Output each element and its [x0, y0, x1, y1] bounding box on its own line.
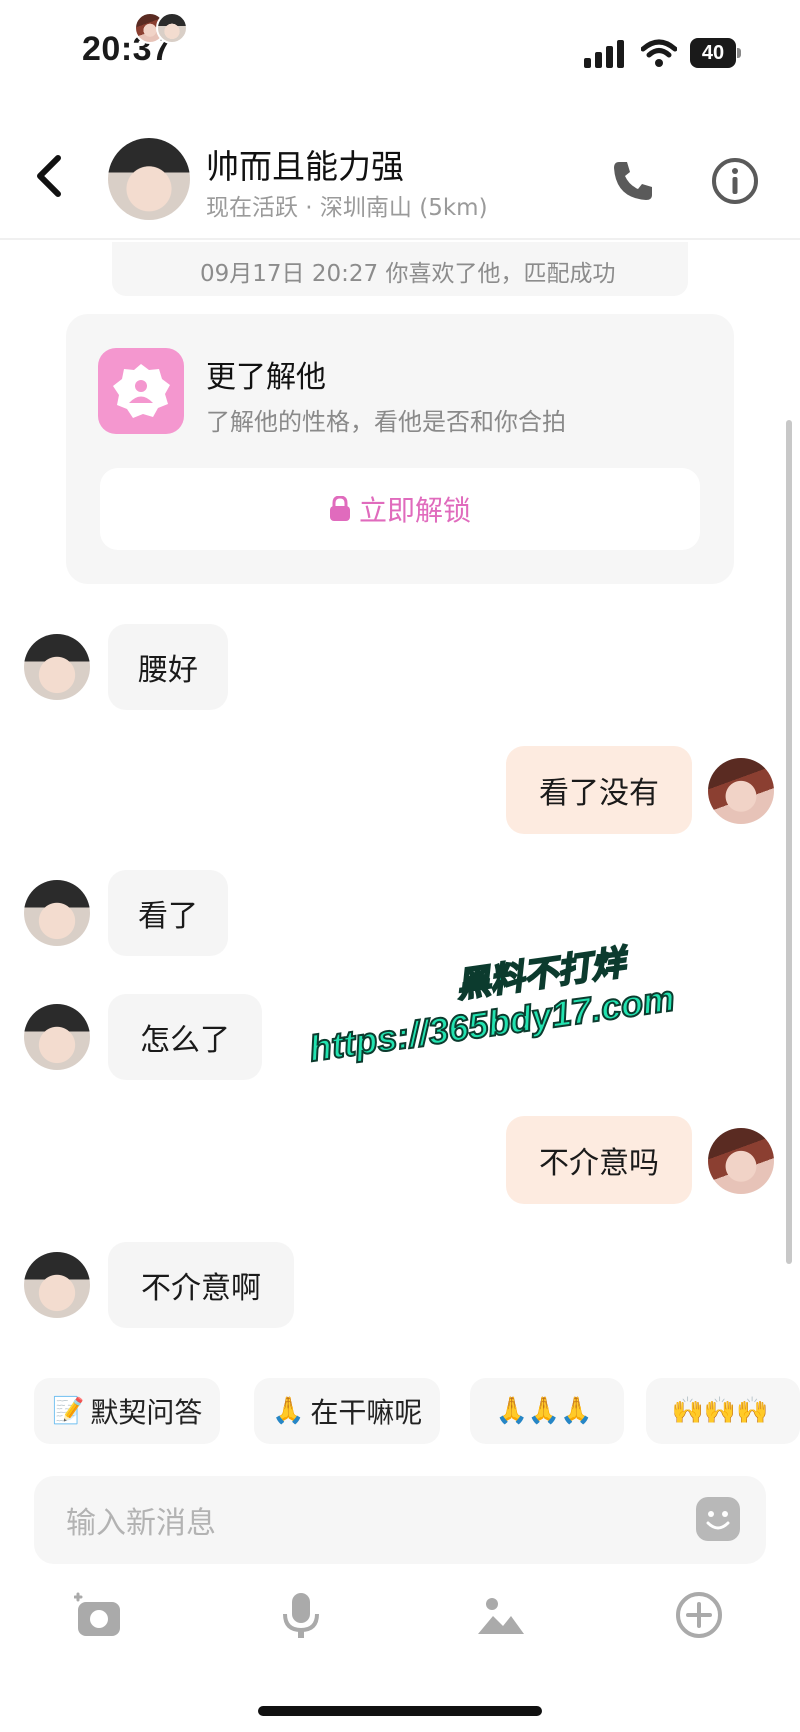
- phone-icon[interactable]: [610, 158, 656, 204]
- message-bubble-outgoing[interactable]: 不介意吗: [506, 1116, 692, 1204]
- contact-avatar[interactable]: [108, 138, 190, 220]
- contact-mini-avatar: [156, 12, 188, 44]
- contact-message-avatar[interactable]: [24, 634, 90, 700]
- microphone-icon[interactable]: [276, 1590, 326, 1640]
- header-divider: [0, 238, 800, 240]
- info-icon[interactable]: [710, 156, 760, 206]
- my-message-avatar[interactable]: [708, 1128, 774, 1194]
- message-bubble-outgoing[interactable]: 看了没有: [506, 746, 692, 834]
- contact-status: 现在活跃 · 深圳南山 (5km): [206, 195, 488, 221]
- know-desc: 了解他的性格，看他是否和你合拍: [206, 408, 566, 436]
- message-input-placeholder: 输入新消息: [66, 1506, 216, 1541]
- message-text: 不介意吗: [539, 1146, 659, 1181]
- message-text: 看了: [138, 899, 198, 934]
- message-bubble-incoming[interactable]: 腰好: [108, 624, 228, 710]
- home-indicator: [258, 1706, 542, 1716]
- message-text: 怎么了: [140, 1023, 230, 1058]
- image-icon[interactable]: [476, 1590, 526, 1640]
- quick-reply-quiz[interactable]: 📝 默契问答: [34, 1378, 221, 1444]
- contact-message-avatar[interactable]: [24, 1004, 90, 1070]
- camera-icon[interactable]: [74, 1590, 124, 1640]
- message-text: 腰好: [138, 653, 198, 688]
- battery-icon: 40: [690, 38, 742, 68]
- quick-reply-label: 在干嘛呢: [310, 1396, 423, 1429]
- quick-reply-emoji-set-2[interactable]: 🙌🙌🙌: [646, 1378, 800, 1444]
- unlock-label: 立即解锁: [358, 494, 471, 527]
- contact-name[interactable]: 帅而且能力强: [206, 140, 404, 188]
- unlock-button[interactable]: 立即解锁: [100, 468, 700, 550]
- quiz-emoji: 📝: [52, 1396, 85, 1426]
- signal-icon: [584, 40, 624, 68]
- message-bubble-incoming[interactable]: 看了: [108, 870, 228, 956]
- match-text: 09月17日 20:27 你喜欢了他，匹配成功: [200, 261, 616, 287]
- chip-emoji: 🙌🙌🙌: [671, 1396, 769, 1426]
- battery-level: 40: [690, 38, 736, 68]
- message-bubble-incoming[interactable]: 不介意啊: [108, 1242, 294, 1328]
- my-message-avatar[interactable]: [708, 758, 774, 824]
- back-arrow-icon[interactable]: [30, 152, 70, 200]
- contact-message-avatar[interactable]: [24, 1252, 90, 1318]
- chip-emoji: 🙏: [272, 1396, 305, 1426]
- personality-badge-icon: [98, 348, 184, 434]
- know-title: 更了解他: [206, 360, 326, 395]
- message-text: 不介意啊: [141, 1271, 261, 1306]
- quick-reply-emoji-set-1[interactable]: 🙏🙏🙏: [470, 1378, 624, 1444]
- scrollbar[interactable]: [786, 420, 792, 1264]
- watermark: 黑料不打烊 https://365bdy17.com: [300, 929, 678, 1070]
- emoji-icon[interactable]: [696, 1497, 740, 1541]
- wifi-icon: [641, 39, 677, 67]
- message-text: 看了没有: [539, 776, 659, 811]
- contact-message-avatar[interactable]: [24, 880, 90, 946]
- quick-reply-label: 默契问答: [90, 1396, 203, 1429]
- chip-emoji: 🙏🙏🙏: [495, 1396, 593, 1426]
- quick-reply-what-doing[interactable]: 🙏 在干嘛呢: [254, 1378, 441, 1444]
- plus-icon[interactable]: [674, 1590, 724, 1640]
- lock-icon: [329, 496, 350, 521]
- message-bubble-incoming[interactable]: 怎么了: [108, 994, 262, 1080]
